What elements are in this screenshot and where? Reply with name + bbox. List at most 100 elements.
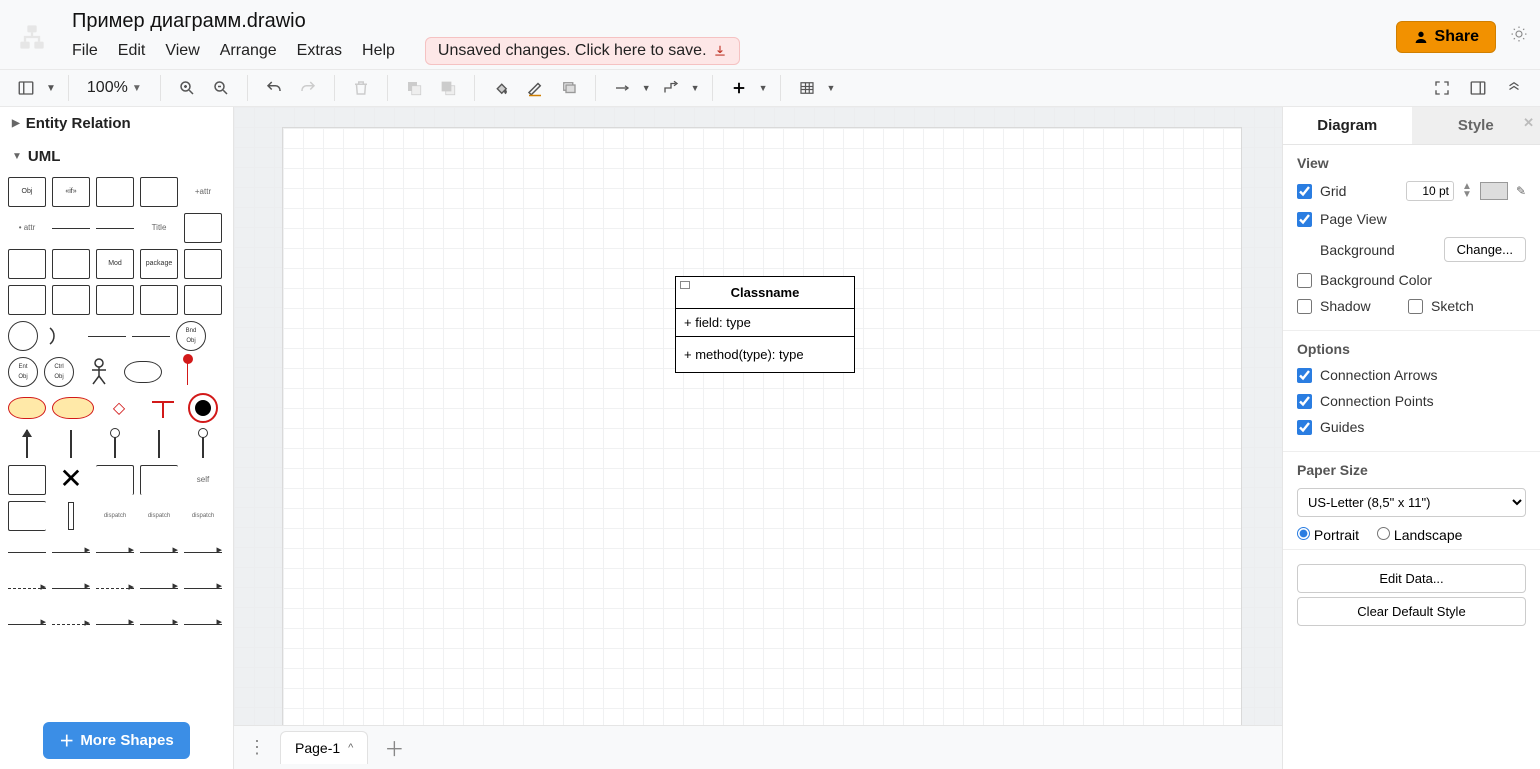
shape-usecase[interactable] xyxy=(124,361,162,383)
shape-frame[interactable] xyxy=(96,465,134,495)
shape-arrow[interactable] xyxy=(96,573,134,603)
chevron-down-icon[interactable]: ▼ xyxy=(46,83,56,94)
menu-file[interactable]: File xyxy=(72,42,98,60)
chevron-down-icon[interactable]: ▼ xyxy=(827,83,836,93)
shape-interface[interactable]: «if» xyxy=(52,177,90,207)
undo-icon[interactable] xyxy=(260,74,288,102)
zoom-in-icon[interactable] xyxy=(173,74,201,102)
shape-x[interactable]: ✕ xyxy=(52,465,90,495)
shape-dispatch3[interactable]: dispatch xyxy=(184,501,222,531)
shape-box[interactable] xyxy=(8,285,46,315)
grid-size-input[interactable] xyxy=(1406,181,1454,201)
shape-title[interactable]: Title xyxy=(140,213,178,243)
shape-line[interactable] xyxy=(8,537,46,567)
fullscreen-icon[interactable] xyxy=(1428,74,1456,102)
fill-color-icon[interactable] xyxy=(487,74,515,102)
connection-arrows-checkbox[interactable] xyxy=(1297,368,1312,383)
shape-arrow3[interactable] xyxy=(140,537,178,567)
add-page-icon[interactable]: ＋ xyxy=(376,733,412,762)
shape-box[interactable] xyxy=(96,285,134,315)
shape-actor[interactable] xyxy=(80,357,118,387)
unsaved-banner[interactable]: Unsaved changes. Click here to save. xyxy=(425,37,740,65)
landscape-option[interactable]: Landscape xyxy=(1377,527,1462,543)
shape-control[interactable]: CtrlObj xyxy=(44,357,74,387)
theme-icon[interactable] xyxy=(1510,25,1528,48)
to-front-icon[interactable] xyxy=(400,74,428,102)
shape-divider[interactable] xyxy=(52,213,90,243)
shape-divider2[interactable] xyxy=(96,213,134,243)
format-panel-icon[interactable] xyxy=(1464,74,1492,102)
shape-arrow4[interactable] xyxy=(184,537,222,567)
shape-class[interactable] xyxy=(96,177,134,207)
line-color-icon[interactable] xyxy=(521,74,549,102)
share-button[interactable]: Share xyxy=(1396,21,1496,53)
shape-arrow[interactable] xyxy=(184,609,222,639)
category-entity-relation[interactable]: ▶Entity Relation xyxy=(0,107,233,140)
shape-end[interactable] xyxy=(188,393,218,423)
shape-box[interactable] xyxy=(8,249,46,279)
zoom-out-icon[interactable] xyxy=(207,74,235,102)
shape-comp[interactable] xyxy=(184,213,222,243)
uml-field[interactable]: + field: type xyxy=(676,309,854,337)
canvas[interactable]: Classname + field: type + method(type): … xyxy=(234,107,1282,769)
shape-red-diamond[interactable]: ◇ xyxy=(100,393,138,423)
guides-checkbox[interactable] xyxy=(1297,420,1312,435)
shape-dispatch2[interactable]: dispatch xyxy=(140,501,178,531)
shape-arrow2[interactable] xyxy=(96,537,134,567)
chevron-down-icon[interactable]: ▼ xyxy=(691,83,700,93)
connection-icon[interactable] xyxy=(608,74,636,102)
category-uml[interactable]: ▼UML xyxy=(0,140,233,173)
shape-box[interactable] xyxy=(52,285,90,315)
connection-points-checkbox[interactable] xyxy=(1297,394,1312,409)
more-shapes-button[interactable]: ＋ More Shapes xyxy=(43,722,189,759)
menu-edit[interactable]: Edit xyxy=(118,42,146,60)
menu-arrange[interactable]: Arrange xyxy=(220,42,277,60)
shape-halfcircle[interactable] xyxy=(44,321,82,351)
shape-arrow[interactable] xyxy=(96,609,134,639)
sidebar-toggle-icon[interactable] xyxy=(12,74,40,102)
redo-icon[interactable] xyxy=(294,74,322,102)
shape-arrow[interactable] xyxy=(52,573,90,603)
chevron-up-icon[interactable]: ^ xyxy=(348,742,353,754)
tab-style[interactable]: Style✕ xyxy=(1412,107,1540,144)
shape-class2[interactable] xyxy=(140,177,178,207)
to-back-icon[interactable] xyxy=(434,74,462,102)
shape-lollipop[interactable] xyxy=(88,321,126,351)
shadow-checkbox[interactable] xyxy=(1297,299,1312,314)
document-title[interactable]: Пример диаграмм.drawio xyxy=(72,8,1396,37)
chevron-down-icon[interactable]: ▼ xyxy=(759,83,768,93)
stepper-icon[interactable]: ▲▼ xyxy=(1462,183,1472,199)
table-icon[interactable] xyxy=(793,74,821,102)
shape-bar[interactable] xyxy=(52,501,90,531)
portrait-option[interactable]: Portrait xyxy=(1297,527,1359,543)
tab-diagram[interactable]: Diagram xyxy=(1283,107,1412,144)
shape-arrow[interactable] xyxy=(52,537,90,567)
sketch-checkbox[interactable] xyxy=(1408,299,1423,314)
shape-object[interactable]: Obj xyxy=(8,177,46,207)
shape-vline[interactable] xyxy=(52,429,90,459)
shape-socket[interactable] xyxy=(132,321,170,351)
shape-circle[interactable] xyxy=(8,321,38,351)
shadow-icon[interactable] xyxy=(555,74,583,102)
change-background-button[interactable]: Change... xyxy=(1444,237,1526,262)
shape-box3[interactable] xyxy=(184,249,222,279)
chevron-down-icon[interactable]: ▼ xyxy=(642,83,651,93)
shape-destruction[interactable] xyxy=(168,357,206,387)
pages-menu-icon[interactable]: ⋮ xyxy=(242,737,272,758)
menu-view[interactable]: View xyxy=(165,42,199,60)
shape-arrow[interactable] xyxy=(140,573,178,603)
shape-arrow[interactable] xyxy=(8,573,46,603)
delete-icon[interactable] xyxy=(347,74,375,102)
page-view-checkbox[interactable] xyxy=(1297,212,1312,227)
shape-arrow[interactable] xyxy=(52,609,90,639)
grid-checkbox[interactable] xyxy=(1297,184,1312,199)
grid-color-swatch[interactable] xyxy=(1480,182,1508,200)
paper-size-select[interactable]: US-Letter (8,5" x 11") xyxy=(1297,488,1526,517)
shape-entity[interactable]: EntObj xyxy=(8,357,38,387)
shape-rect[interactable] xyxy=(8,465,46,495)
edit-data-button[interactable]: Edit Data... xyxy=(1297,564,1526,593)
shape-box2[interactable] xyxy=(52,249,90,279)
shape-vbar[interactable] xyxy=(8,429,46,459)
shape-red-t[interactable] xyxy=(144,393,182,423)
background-color-checkbox[interactable] xyxy=(1297,273,1312,288)
